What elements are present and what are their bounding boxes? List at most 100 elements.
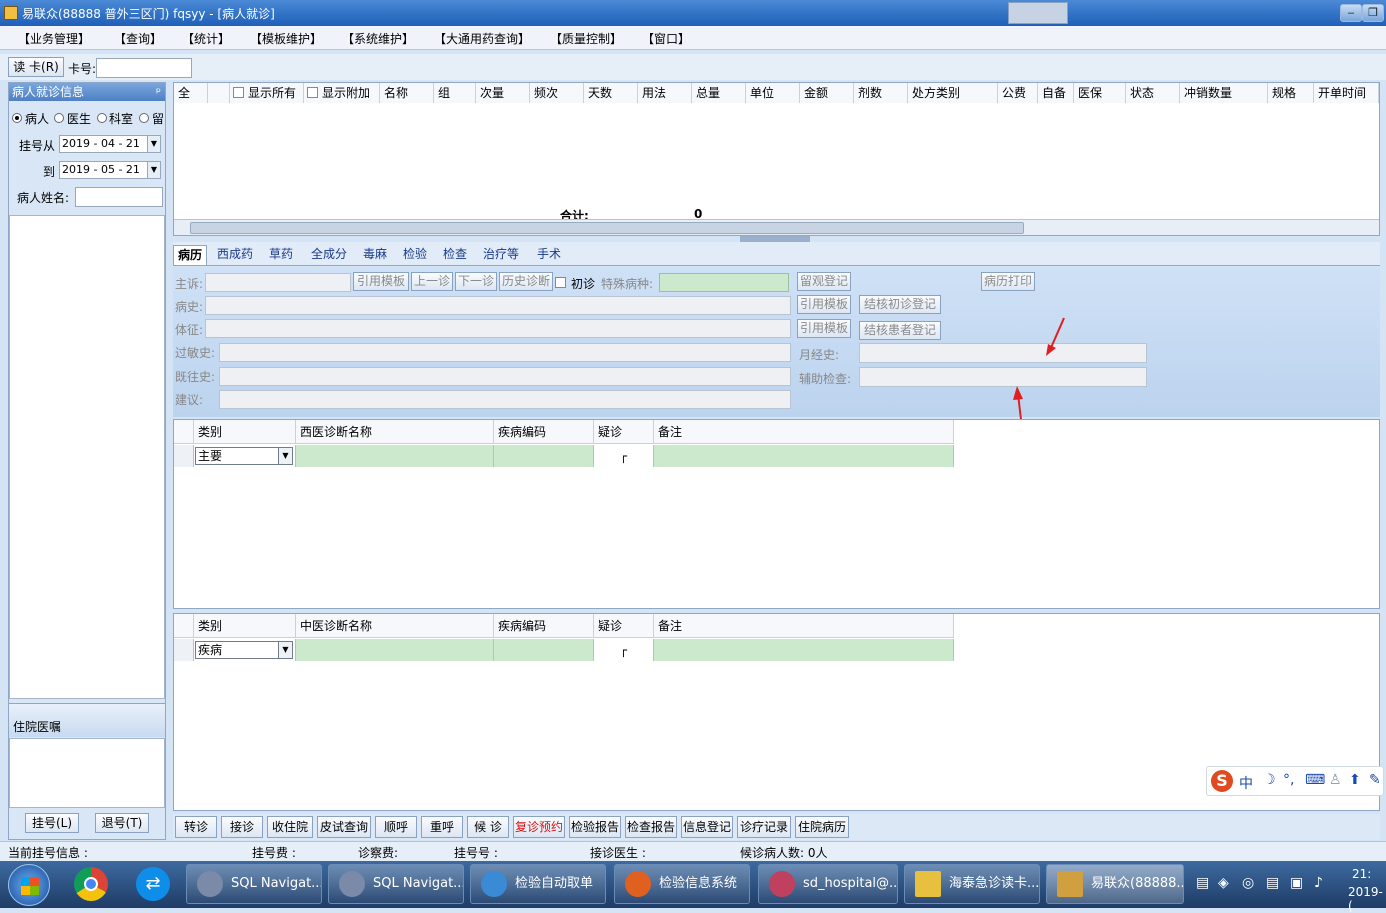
menu-drug-query[interactable]: 【大通用药查询】 bbox=[434, 30, 530, 47]
cdx-row-selector[interactable] bbox=[174, 639, 194, 661]
radio-observe[interactable] bbox=[139, 113, 149, 123]
history-diagnosis-button[interactable]: 历史诊断 bbox=[499, 272, 553, 291]
tab-lab[interactable]: 检验 bbox=[399, 245, 431, 265]
col-self[interactable]: 自备 bbox=[1038, 83, 1074, 103]
col-spec[interactable]: 规格 bbox=[1268, 83, 1314, 103]
inpatient-record-button[interactable]: 住院病历 bbox=[795, 816, 849, 838]
history-input[interactable] bbox=[205, 296, 791, 315]
col-reverse-qty[interactable]: 冲销数量 bbox=[1180, 83, 1268, 103]
taskbar-item-sd-hospital[interactable]: sd_hospital@... bbox=[758, 864, 898, 904]
wdx-name-cell[interactable] bbox=[296, 445, 494, 467]
wdx-suspect-checkbox[interactable]: ┌ bbox=[594, 445, 654, 467]
col-rx-type[interactable]: 处方类别 bbox=[908, 83, 998, 103]
show-extra-checkbox[interactable] bbox=[307, 87, 318, 98]
first-visit-checkbox[interactable] bbox=[555, 277, 566, 288]
col-status[interactable]: 状态 bbox=[1126, 83, 1180, 103]
skin-test-button[interactable]: 皮试查询 bbox=[317, 816, 371, 838]
observe-register-button[interactable]: 留观登记 bbox=[797, 272, 851, 291]
taskbar-item-lab-auto[interactable]: 检验自动取单 bbox=[470, 864, 606, 904]
unregister-button[interactable]: 退号(T) bbox=[95, 813, 149, 833]
col-group[interactable]: 组 bbox=[434, 83, 476, 103]
reg-to-date[interactable]: 2019 - 05 - 21 ▼ bbox=[59, 161, 161, 179]
allergy-input[interactable] bbox=[219, 343, 791, 362]
patient-name-input[interactable] bbox=[75, 187, 163, 207]
cdx-name-cell[interactable] bbox=[296, 639, 494, 661]
tb-first-register-button[interactable]: 结核初诊登记 bbox=[859, 295, 941, 314]
teamviewer-icon[interactable]: ⇄ bbox=[136, 867, 170, 901]
inpatient-orders-list[interactable] bbox=[9, 738, 165, 808]
wdx-row-selector[interactable] bbox=[174, 445, 194, 467]
user-icon[interactable]: ♙ bbox=[1329, 772, 1342, 788]
cdx-type-cell[interactable]: 疾病 ▼ bbox=[194, 639, 296, 661]
col-doses[interactable]: 剂数 bbox=[854, 83, 908, 103]
info-register-button[interactable]: 信息登记 bbox=[681, 816, 733, 838]
cite-template-button-3[interactable]: 引用模板 bbox=[797, 319, 851, 338]
chevron-down-icon[interactable]: ▼ bbox=[278, 448, 292, 464]
security-icon[interactable]: ▣ bbox=[1290, 875, 1303, 891]
col-amount[interactable]: 金额 bbox=[800, 83, 854, 103]
chrome-icon[interactable] bbox=[74, 867, 108, 901]
tab-full-ingredient[interactable]: 全成分 bbox=[307, 245, 351, 265]
tab-surgery[interactable]: 手术 bbox=[533, 245, 565, 265]
col-days[interactable]: 天数 bbox=[584, 83, 638, 103]
exam-report-button[interactable]: 检查报告 bbox=[625, 816, 677, 838]
card-no-input[interactable] bbox=[96, 58, 192, 78]
col-unit[interactable]: 单位 bbox=[746, 83, 800, 103]
menu-stats[interactable]: 【统计】 bbox=[182, 30, 230, 47]
tab-western-med[interactable]: 西成药 bbox=[213, 245, 257, 265]
volume-icon[interactable]: ♪ bbox=[1314, 875, 1323, 891]
menu-business[interactable]: 【业务管理】 bbox=[18, 30, 90, 47]
revisit-appointment-button[interactable]: 复诊预约 bbox=[513, 816, 565, 838]
tb-patient-register-button[interactable]: 结核患者登记 bbox=[859, 321, 941, 340]
tab-herbal[interactable]: 草药 bbox=[265, 245, 297, 265]
tab-record[interactable]: 病历 bbox=[173, 245, 208, 265]
register-button[interactable]: 挂号(L) bbox=[25, 813, 79, 833]
chevron-down-icon[interactable]: ▼ bbox=[147, 162, 160, 178]
cdx-suspect-checkbox[interactable]: ┌ bbox=[594, 639, 654, 661]
wdx-note-cell[interactable] bbox=[654, 445, 954, 467]
menu-template[interactable]: 【模板维护】 bbox=[250, 30, 322, 47]
ime-mode-label[interactable]: 中 bbox=[1239, 773, 1253, 793]
punctuation-icon[interactable]: °, bbox=[1283, 772, 1294, 788]
wdx-type-cell[interactable]: 主要 ▼ bbox=[194, 445, 296, 467]
lab-report-button[interactable]: 检验报告 bbox=[569, 816, 621, 838]
keyboard-icon[interactable]: ⌨ bbox=[1305, 772, 1325, 788]
treatment-record-button[interactable]: 诊疗记录 bbox=[737, 816, 791, 838]
cdx-type-select[interactable]: 疾病 ▼ bbox=[195, 641, 293, 659]
next-visit-button[interactable]: 下一诊 bbox=[455, 272, 497, 291]
reg-from-date[interactable]: 2019 - 04 - 21 ▼ bbox=[59, 135, 161, 153]
admit-button[interactable]: 收住院 bbox=[267, 816, 313, 838]
waiting-button[interactable]: 候 诊 bbox=[467, 816, 509, 838]
col-dose[interactable]: 次量 bbox=[476, 83, 530, 103]
printer-icon[interactable]: ▤ bbox=[1266, 875, 1279, 891]
taskbar-item-sqlnav-2[interactable]: SQL Navigat... bbox=[328, 864, 464, 904]
clock-date[interactable]: 2019-( bbox=[1348, 885, 1386, 913]
minimize-button[interactable]: ‒ bbox=[1340, 4, 1362, 22]
menu-quality[interactable]: 【质量控制】 bbox=[550, 30, 622, 47]
menu-query[interactable]: 【查询】 bbox=[114, 30, 162, 47]
advice-input[interactable] bbox=[219, 390, 791, 409]
tab-narcotics[interactable]: 毒麻 bbox=[359, 245, 391, 265]
col-open-time[interactable]: 开单时间 bbox=[1314, 83, 1379, 103]
package-icon[interactable]: ◈ bbox=[1218, 875, 1229, 891]
transfer-button[interactable]: 转诊 bbox=[175, 816, 217, 838]
chevron-down-icon[interactable]: ▼ bbox=[147, 136, 160, 152]
read-card-button[interactable]: 读 卡(R) bbox=[8, 57, 64, 77]
taskbar-item-sqlnav-1[interactable]: SQL Navigat... bbox=[186, 864, 322, 904]
cdx-code-cell[interactable] bbox=[494, 639, 594, 661]
col-total[interactable]: 总量 bbox=[692, 83, 746, 103]
clock-time[interactable]: 21: bbox=[1352, 867, 1371, 881]
patient-list[interactable] bbox=[9, 215, 165, 699]
col-show-extra[interactable]: 显示附加 bbox=[304, 83, 380, 103]
col-all[interactable]: 全 bbox=[174, 83, 208, 103]
receive-button[interactable]: 接诊 bbox=[221, 816, 263, 838]
restore-button[interactable]: ❐ bbox=[1362, 4, 1384, 22]
radio-patient[interactable] bbox=[12, 113, 22, 123]
tab-treatment[interactable]: 治疗等 bbox=[479, 245, 523, 265]
col-public[interactable]: 公费 bbox=[998, 83, 1038, 103]
col-name[interactable]: 名称 bbox=[380, 83, 434, 103]
col-insurance[interactable]: 医保 bbox=[1074, 83, 1126, 103]
horizontal-scrollbar[interactable] bbox=[174, 219, 1379, 235]
recall-button[interactable]: 重呼 bbox=[421, 816, 463, 838]
print-record-button[interactable]: 病历打印 bbox=[981, 272, 1035, 291]
